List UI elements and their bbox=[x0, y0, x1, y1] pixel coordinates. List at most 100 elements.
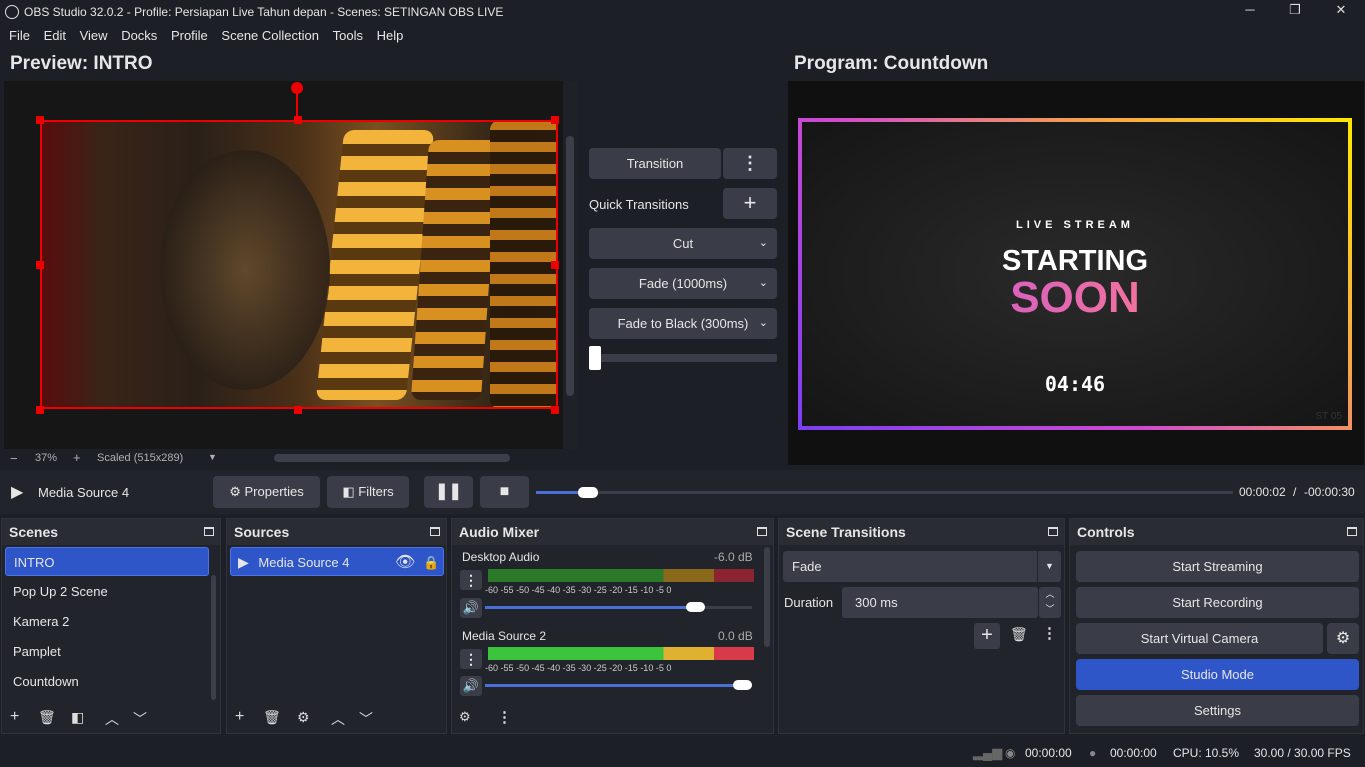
transition-button[interactable]: Transition bbox=[589, 148, 721, 179]
tick-label: -5 bbox=[655, 663, 664, 673]
transition-select[interactable]: Fade ▼ bbox=[783, 551, 1061, 582]
visibility-eye-icon[interactable]: 👁 bbox=[395, 548, 415, 577]
scale-dropdown-icon[interactable]: ▼ bbox=[208, 452, 217, 462]
scenes-scrollbar[interactable] bbox=[211, 575, 216, 700]
move-down-icon[interactable]: ﹀ bbox=[133, 709, 147, 729]
channel-menu-icon[interactable]: ⋮ bbox=[460, 570, 482, 590]
zoom-in-button[interactable]: + bbox=[73, 450, 81, 465]
scene-item[interactable]: Pop Up 2 Scene bbox=[5, 577, 209, 606]
media-seek-handle[interactable] bbox=[578, 487, 599, 498]
record-status-icon: ● bbox=[1089, 746, 1097, 760]
source-item[interactable]: ▶ Media Source 4 👁 🔒 bbox=[230, 547, 444, 576]
studio-mode-button[interactable]: Studio Mode bbox=[1076, 659, 1359, 690]
menu-scene-collection[interactable]: Scene Collection bbox=[221, 25, 319, 47]
resize-handle[interactable] bbox=[36, 261, 44, 269]
program-output: LIVE STREAM STARTING SOON 04:46 ST 05 bbox=[798, 118, 1352, 430]
menu-tools[interactable]: Tools bbox=[333, 25, 363, 47]
preview-canvas[interactable] bbox=[4, 81, 563, 449]
remove-transition-icon[interactable]: 🗑 bbox=[1010, 626, 1028, 643]
tick-label: -30 bbox=[578, 585, 592, 595]
advanced-audio-gear-icon[interactable]: ⚙ bbox=[459, 709, 471, 725]
menu-edit[interactable]: Edit bbox=[44, 25, 66, 47]
soon-text: SOON bbox=[802, 273, 1348, 323]
pause-icon[interactable]: ❚❚ bbox=[424, 476, 473, 508]
window-title: OBS Studio 32.0.2 - Profile: Persiapan L… bbox=[24, 5, 504, 19]
channel-menu-icon[interactable]: ⋮ bbox=[460, 649, 482, 669]
move-down-icon[interactable]: ﹀ bbox=[359, 709, 373, 729]
duration-input[interactable]: 300 ms bbox=[842, 587, 1038, 618]
properties-button[interactable]: ⚙ Properties bbox=[213, 476, 320, 508]
transition-menu-icon[interactable]: ⋮ bbox=[1042, 624, 1057, 642]
tick-label: -10 bbox=[640, 585, 654, 595]
menu-file[interactable]: File bbox=[9, 25, 30, 47]
undock-icon[interactable] bbox=[1048, 527, 1058, 536]
undock-icon[interactable] bbox=[430, 527, 440, 536]
duration-stepper[interactable]: ︿ ﹀ bbox=[1039, 587, 1061, 618]
scene-item[interactable]: INTRO bbox=[5, 547, 209, 576]
menu-profile[interactable]: Profile bbox=[171, 25, 208, 47]
quick-transitions-label: Quick Transitions bbox=[589, 197, 689, 212]
transition-menu-icon[interactable]: ⋮ bbox=[723, 148, 777, 179]
undock-icon[interactable] bbox=[1347, 527, 1357, 536]
add-source-icon[interactable]: + bbox=[235, 708, 244, 726]
media-control-bar: ▶ Media Source 4 ⚙ Properties ◧ Filters … bbox=[0, 470, 1365, 514]
menu-view[interactable]: View bbox=[80, 25, 108, 47]
settings-button[interactable]: Settings bbox=[1076, 695, 1359, 726]
start-streaming-button[interactable]: Start Streaming bbox=[1076, 551, 1359, 582]
media-seek-track[interactable] bbox=[536, 491, 1233, 494]
undock-icon[interactable] bbox=[757, 527, 767, 536]
volume-slider-handle[interactable] bbox=[733, 680, 752, 690]
scene-item[interactable]: Kamera 2 bbox=[5, 607, 209, 636]
play-icon[interactable]: ▶ bbox=[11, 482, 23, 502]
close-button[interactable]: ✕ bbox=[1321, 2, 1361, 22]
filters-button[interactable]: ◧ Filters bbox=[327, 476, 409, 508]
remove-scene-icon[interactable]: 🗑 bbox=[38, 709, 56, 726]
scene-item[interactable]: Pamplet bbox=[5, 637, 209, 666]
quick-transition-fade[interactable]: Fade (1000ms) ⌄ bbox=[589, 268, 777, 299]
start-virtual-camera-button[interactable]: Start Virtual Camera bbox=[1076, 623, 1323, 654]
speaker-icon[interactable]: 🔊 bbox=[460, 676, 482, 696]
virtual-camera-settings-gear-icon[interactable]: ⚙ bbox=[1327, 623, 1359, 654]
lock-icon[interactable]: 🔒 bbox=[423, 548, 439, 577]
speaker-icon[interactable]: 🔊 bbox=[460, 598, 482, 618]
menu-help[interactable]: Help bbox=[377, 25, 404, 47]
add-transition-icon[interactable]: + bbox=[974, 623, 1000, 649]
add-quick-transition-icon[interactable]: + bbox=[723, 188, 777, 219]
controls-header: Controls bbox=[1070, 519, 1363, 545]
t-bar-handle[interactable] bbox=[589, 346, 601, 370]
resize-handle[interactable] bbox=[36, 406, 44, 414]
remove-source-icon[interactable]: 🗑 bbox=[263, 709, 281, 726]
quick-transition-fade-black[interactable]: Fade to Black (300ms) ⌄ bbox=[589, 308, 777, 339]
source-properties-icon[interactable]: ⚙ bbox=[297, 709, 310, 726]
tick-label: -5 bbox=[655, 585, 664, 595]
t-bar-track[interactable] bbox=[589, 354, 777, 362]
minimize-button[interactable]: ─ bbox=[1230, 2, 1270, 22]
add-scene-icon[interactable]: + bbox=[10, 708, 19, 726]
resize-handle[interactable] bbox=[294, 116, 302, 124]
quick-transition-cut[interactable]: Cut ⌄ bbox=[589, 228, 777, 259]
selection-bounding-box[interactable] bbox=[40, 120, 558, 409]
zoom-level: 37% bbox=[35, 452, 58, 464]
stop-icon[interactable]: ■ bbox=[480, 476, 529, 508]
mixer-scrollbar[interactable] bbox=[764, 547, 770, 647]
resize-handle[interactable] bbox=[551, 406, 559, 414]
volume-slider-fill bbox=[485, 606, 696, 609]
undock-icon[interactable] bbox=[204, 527, 214, 536]
rotation-handle[interactable] bbox=[291, 82, 303, 94]
resize-handle[interactable] bbox=[294, 406, 302, 414]
maximize-button[interactable]: ❐ bbox=[1275, 2, 1315, 22]
resize-handle[interactable] bbox=[36, 116, 44, 124]
zoom-out-button[interactable]: − bbox=[10, 451, 18, 466]
scene-item[interactable]: Countdown bbox=[5, 667, 209, 696]
resize-handle[interactable] bbox=[551, 116, 559, 124]
resize-handle[interactable] bbox=[551, 261, 559, 269]
move-up-icon[interactable]: ︿ bbox=[331, 709, 345, 729]
menu-docks[interactable]: Docks bbox=[121, 25, 157, 47]
move-up-icon[interactable]: ︿ bbox=[105, 709, 119, 729]
volume-slider-handle[interactable] bbox=[685, 602, 705, 612]
start-recording-button[interactable]: Start Recording bbox=[1076, 587, 1359, 618]
scene-filters-icon[interactable]: ◧ bbox=[71, 709, 84, 726]
mixer-menu-icon[interactable]: ⋮ bbox=[497, 708, 512, 726]
preview-horizontal-scrollbar[interactable] bbox=[274, 454, 510, 462]
preview-vertical-scrollbar[interactable] bbox=[563, 81, 577, 449]
